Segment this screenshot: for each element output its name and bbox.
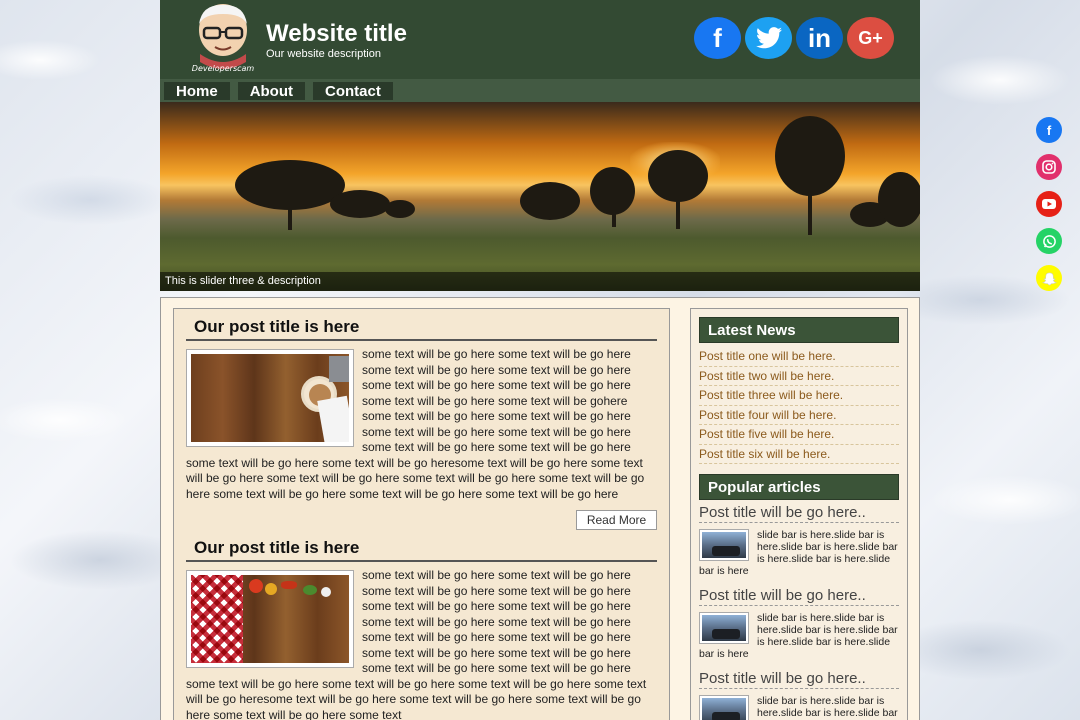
slider-tree bbox=[520, 182, 580, 220]
vegetables-on-wood-image bbox=[191, 575, 349, 663]
post-entry: Our post title is here some text will be… bbox=[186, 317, 657, 530]
latest-news-list: Post title one will be here. Post title … bbox=[699, 347, 899, 464]
laptop-image bbox=[329, 356, 349, 382]
popular-articles-heading: Popular articles bbox=[699, 474, 899, 500]
youtube-icon[interactable] bbox=[1036, 191, 1062, 217]
popular-article-body: slide bar is here.slide bar is here.slid… bbox=[699, 695, 899, 720]
popular-article-title[interactable]: Post title will be go here.. bbox=[699, 504, 899, 523]
slider-tree bbox=[775, 116, 845, 196]
post-thumbnail[interactable] bbox=[186, 570, 354, 668]
coffee-on-wood-image bbox=[191, 354, 349, 442]
linkedin-icon[interactable]: in bbox=[796, 17, 843, 59]
popular-article-thumbnail[interactable] bbox=[699, 529, 749, 561]
checkered-cloth-image bbox=[191, 575, 243, 663]
chili-image bbox=[281, 581, 297, 589]
read-more-button[interactable]: Read More bbox=[576, 510, 657, 530]
sidebar: Latest News Post title one will be here.… bbox=[690, 308, 908, 720]
notebook-image bbox=[317, 395, 349, 442]
whatsapp-icon[interactable] bbox=[1036, 228, 1062, 254]
pepper-image bbox=[265, 583, 277, 595]
slider-tree-trunk bbox=[808, 190, 812, 235]
slider-tree bbox=[330, 190, 390, 218]
post-entry: Our post title is here some text will be… bbox=[186, 538, 657, 720]
motorcycle-shape bbox=[712, 712, 740, 720]
svg-text:Developerscam: Developerscam bbox=[192, 64, 255, 73]
popular-article-body: slide bar is here.slide bar is here.slid… bbox=[699, 612, 899, 660]
post-body: some text will be go here some text will… bbox=[186, 347, 657, 502]
site-header: Developerscam Website title Our website … bbox=[160, 0, 920, 79]
post-title[interactable]: Our post title is here bbox=[186, 538, 657, 562]
main-column: Our post title is here some text will be… bbox=[173, 308, 670, 720]
motorcycle-image bbox=[702, 532, 746, 558]
facebook-icon[interactable]: f bbox=[694, 17, 741, 59]
news-link[interactable]: Post title six will be here. bbox=[699, 445, 899, 464]
popular-article: Post title will be go here.. slide bar i… bbox=[699, 664, 899, 720]
news-link[interactable]: Post title four will be here. bbox=[699, 406, 899, 425]
main-nav: Home About Contact bbox=[160, 79, 920, 102]
nav-item-about[interactable]: About bbox=[237, 81, 306, 100]
slider-tree-trunk bbox=[612, 207, 616, 227]
popular-article-thumbnail[interactable] bbox=[699, 612, 749, 644]
site-title[interactable]: Website title bbox=[266, 20, 407, 48]
post-thumbnail[interactable] bbox=[186, 349, 354, 447]
header-social-links: f in G+ bbox=[694, 17, 894, 59]
popular-article-title[interactable]: Post title will be go here.. bbox=[699, 670, 899, 689]
slider-tree-trunk bbox=[288, 202, 292, 230]
post-title[interactable]: Our post title is here bbox=[186, 317, 657, 341]
hero-slider[interactable]: This is slider three & description bbox=[160, 102, 920, 291]
popular-article: Post title will be go here.. slide bar i… bbox=[699, 581, 899, 660]
google-plus-icon[interactable]: G+ bbox=[847, 17, 894, 59]
garlic-image bbox=[321, 587, 331, 597]
site-logo[interactable]: Developerscam bbox=[188, 2, 258, 74]
popular-article-thumbnail[interactable] bbox=[699, 695, 749, 720]
floating-social-bar: f bbox=[1036, 117, 1062, 291]
post-body: some text will be go here some text will… bbox=[186, 568, 657, 720]
herbs-image bbox=[303, 585, 317, 595]
popular-article-title[interactable]: Post title will be go here.. bbox=[699, 587, 899, 606]
motorcycle-image bbox=[702, 698, 746, 720]
slider-tree bbox=[385, 200, 415, 218]
slider-tree bbox=[648, 150, 708, 202]
snapchat-icon[interactable] bbox=[1036, 265, 1062, 291]
popular-article-body: slide bar is here.slide bar is here.slid… bbox=[699, 529, 899, 577]
instagram-icon[interactable] bbox=[1036, 154, 1062, 180]
news-link[interactable]: Post title three will be here. bbox=[699, 386, 899, 406]
page-container: Developerscam Website title Our website … bbox=[160, 0, 920, 720]
nav-item-contact[interactable]: Contact bbox=[313, 81, 393, 100]
slider-tree-trunk bbox=[676, 197, 680, 229]
latest-news-heading: Latest News bbox=[699, 317, 899, 343]
motorcycle-shape bbox=[712, 546, 740, 556]
news-link[interactable]: Post title one will be here. bbox=[699, 347, 899, 367]
motorcycle-shape bbox=[712, 629, 740, 639]
popular-article: Post title will be go here.. slide bar i… bbox=[699, 504, 899, 577]
motorcycle-image bbox=[702, 615, 746, 641]
news-link[interactable]: Post title two will be here. bbox=[699, 367, 899, 386]
nav-item-home[interactable]: Home bbox=[164, 81, 230, 100]
facebook-icon[interactable]: f bbox=[1036, 117, 1062, 143]
slider-tree bbox=[878, 172, 920, 227]
twitter-icon[interactable] bbox=[745, 17, 792, 59]
site-description: Our website description bbox=[266, 48, 381, 60]
news-link[interactable]: Post title five will be here. bbox=[699, 425, 899, 445]
slider-caption: This is slider three & description bbox=[160, 272, 920, 291]
tomato-image bbox=[249, 579, 263, 593]
content-area: Our post title is here some text will be… bbox=[160, 297, 920, 720]
